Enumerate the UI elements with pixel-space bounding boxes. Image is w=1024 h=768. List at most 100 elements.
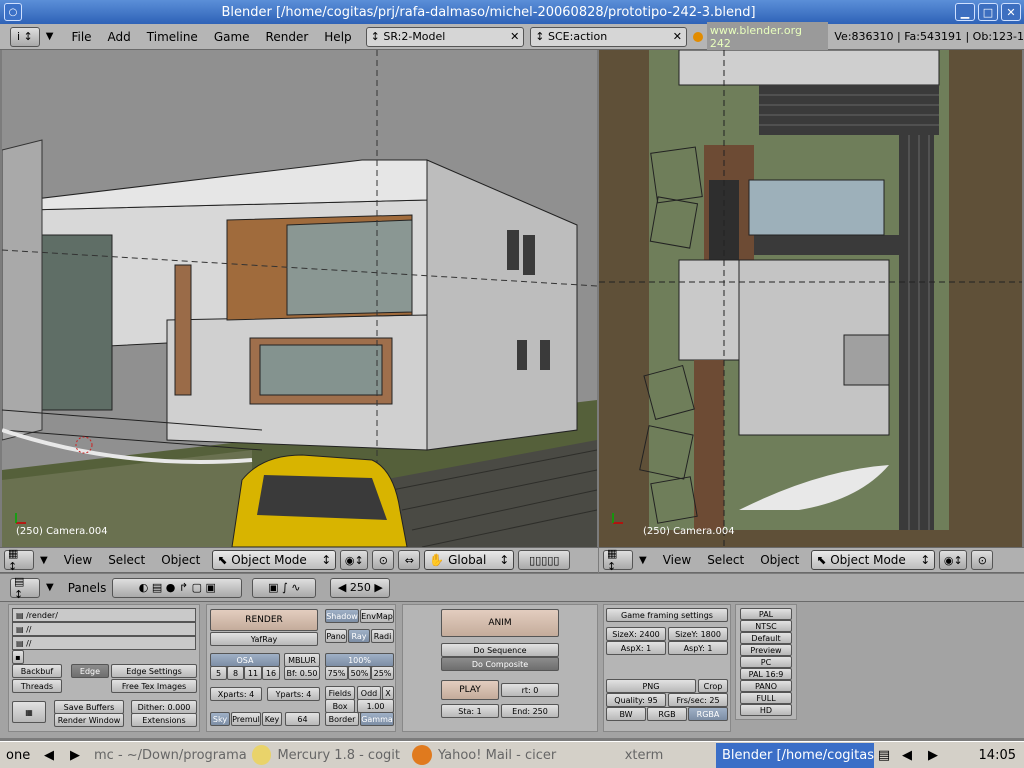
shadow-toggle[interactable]: Shadow <box>325 609 359 623</box>
scene-subcontext-buttons[interactable]: ▣ ∫ ∿ <box>252 577 317 598</box>
edge-toggle[interactable]: Edge <box>71 664 109 678</box>
menu-view[interactable]: View <box>56 553 100 567</box>
output-path-render[interactable]: ▤ /render/ <box>12 608 196 622</box>
scene-name[interactable]: SCE:action <box>548 30 673 43</box>
backbuf-button[interactable]: Backbuf <box>12 664 62 678</box>
task-blender[interactable]: Blender [/home/cogitas <box>716 742 874 768</box>
preset-pano[interactable]: PANO <box>740 680 792 692</box>
menu-select[interactable]: Select <box>100 553 153 567</box>
preset-pal[interactable]: PAL <box>740 608 792 620</box>
output-path-text[interactable]: /render/ <box>26 611 58 620</box>
osa-toggle[interactable]: OSA <box>210 653 280 667</box>
rt-field[interactable]: rt: 0 <box>501 683 559 697</box>
extensions-button[interactable]: Extensions <box>131 713 197 727</box>
3d-viewport-top[interactable]: (250) Camera.004 <box>599 50 1022 547</box>
collapse-triangle-icon[interactable]: ▼ <box>40 555 48 566</box>
task-firefox[interactable]: Yahoo! Mail - cicer <box>406 743 572 768</box>
renderer-dropdown[interactable]: YafRay <box>210 632 318 646</box>
sound-icon[interactable]: ∿ <box>291 581 300 594</box>
radi-toggle[interactable]: Radi <box>371 629 394 643</box>
sky-toggle[interactable]: Sky <box>210 712 230 726</box>
notes-icon[interactable]: ▤ <box>874 748 894 763</box>
menu-view-right[interactable]: View <box>655 553 699 567</box>
game-framing-button[interactable]: Game framing settings <box>606 608 728 622</box>
collapse-menu-triangle-icon[interactable]: ▼ <box>46 31 54 42</box>
preset-pal-169[interactable]: PAL 16:9 <box>740 668 792 680</box>
scene-selector[interactable]: ↕ SCE:action ✕ <box>530 26 687 47</box>
osa-8[interactable]: 8 <box>227 666 244 680</box>
anim-icon[interactable]: ∫ <box>282 581 288 594</box>
premul-toggle[interactable]: Premul <box>231 712 261 726</box>
yparts-field[interactable]: Yparts: 4 <box>267 687 320 701</box>
gamma-toggle[interactable]: Gamma <box>360 712 394 726</box>
aspx-field[interactable]: AspX: 1 <box>606 641 666 655</box>
context-buttons-group[interactable]: ◐ ▤ ● ↱ ▢ ▣ <box>112 577 243 598</box>
osa-16[interactable]: 16 <box>262 666 280 680</box>
draw-type-solid-icon-right[interactable]: ◉↕ <box>939 550 968 570</box>
next-desktop-icon[interactable]: ▶ <box>62 748 88 763</box>
panels-menu[interactable]: Panels <box>68 581 107 595</box>
prev-task-icon[interactable]: ◀ <box>894 748 920 763</box>
mblur-toggle[interactable]: MBLUR <box>284 653 320 667</box>
screen-delete-icon[interactable]: ✕ <box>510 30 519 43</box>
filter-size-field[interactable]: 1.00 <box>357 699 394 713</box>
menu-object[interactable]: Object <box>153 553 208 567</box>
close-button[interactable]: ✕ <box>1001 3 1021 21</box>
crop-toggle[interactable]: Crop <box>698 679 728 693</box>
scene-browse-icon[interactable]: ↕ <box>535 30 544 43</box>
fps-field[interactable]: Frs/sec: 25 <box>668 693 728 707</box>
backbuf-path-text[interactable]: // <box>26 625 31 634</box>
anim-button[interactable]: ANIM <box>441 609 559 637</box>
window-type-grid-icon[interactable]: ▦ ↕ <box>4 547 34 573</box>
end-frame-field[interactable]: End: 250 <box>501 704 559 718</box>
render-icon[interactable]: ▣ <box>268 581 278 594</box>
bf-field[interactable]: Bf: 0.50 <box>284 666 320 680</box>
window-menu-icon[interactable]: ○ <box>4 3 22 21</box>
mode-dropdown-right[interactable]: ⬉ Object Mode ↕ <box>811 550 936 570</box>
quality-field[interactable]: Quality: 95 <box>606 693 666 707</box>
pano-toggle[interactable]: Pano <box>325 629 347 643</box>
maximize-button[interactable]: □ <box>978 3 998 21</box>
task-xterm[interactable]: xterm <box>572 743 716 768</box>
ray-toggle[interactable]: Ray <box>348 629 370 643</box>
envmap-toggle[interactable]: EnvMap <box>360 609 394 623</box>
menu-timeline[interactable]: Timeline <box>139 30 206 44</box>
rgb-toggle[interactable]: RGB <box>647 707 687 721</box>
logic-icon[interactable]: ◐ <box>139 581 149 594</box>
preset-full[interactable]: FULL <box>740 692 792 704</box>
layer-buttons[interactable]: ▯▯▯▯▯ <box>518 550 571 570</box>
collapse-triangle-icon-right[interactable]: ▼ <box>639 555 647 566</box>
task-mercury[interactable]: Mercury 1.8 - cogit <box>246 743 406 768</box>
menu-game[interactable]: Game <box>206 30 258 44</box>
buttons-collapse-icon[interactable]: ▼ <box>46 582 54 593</box>
file-format-dropdown[interactable]: PNG <box>606 679 696 693</box>
preset-ntsc[interactable]: NTSC <box>740 620 792 632</box>
script-icon[interactable]: ▤ <box>152 581 162 594</box>
osa-5[interactable]: 5 <box>210 666 227 680</box>
editing-icon[interactable]: ▢ <box>192 581 202 594</box>
osa-11[interactable]: 11 <box>244 666 262 680</box>
preset-default[interactable]: Default <box>740 632 792 644</box>
task-mc[interactable]: mc - ~/Down/programa <box>88 743 246 768</box>
pivot-icon[interactable]: ⊙ <box>372 550 395 570</box>
buttons-window-type-icon[interactable]: ▤ ↕ <box>10 575 40 601</box>
size-75[interactable]: 75% <box>325 666 348 680</box>
menu-file[interactable]: File <box>63 30 99 44</box>
start-frame-field[interactable]: Sta: 1 <box>441 704 499 718</box>
rgba-toggle[interactable]: RGBA <box>688 707 728 721</box>
desktop-name[interactable]: one <box>0 743 36 768</box>
xparts-field[interactable]: Xparts: 4 <box>210 687 262 701</box>
size-50[interactable]: 50% <box>348 666 371 680</box>
menu-help[interactable]: Help <box>316 30 359 44</box>
screen-browse-icon[interactable]: ↕ <box>371 30 380 43</box>
screen-selector[interactable]: ↕ SR:2-Model ✕ <box>365 26 525 47</box>
menu-render[interactable]: Render <box>258 30 317 44</box>
do-composite-toggle[interactable]: Do Composite <box>441 657 559 671</box>
screen-icon[interactable]: ▪ <box>12 650 24 664</box>
draw-type-solid-icon[interactable]: ◉↕ <box>340 550 369 570</box>
orientation-dropdown[interactable]: ✋ Global ↕ <box>424 550 515 570</box>
size-25[interactable]: 25% <box>371 666 394 680</box>
bw-toggle[interactable]: BW <box>606 707 646 721</box>
sizey-field[interactable]: SizeY: 1800 <box>668 627 728 641</box>
mode-dropdown[interactable]: ⬉ Object Mode ↕ <box>212 550 337 570</box>
